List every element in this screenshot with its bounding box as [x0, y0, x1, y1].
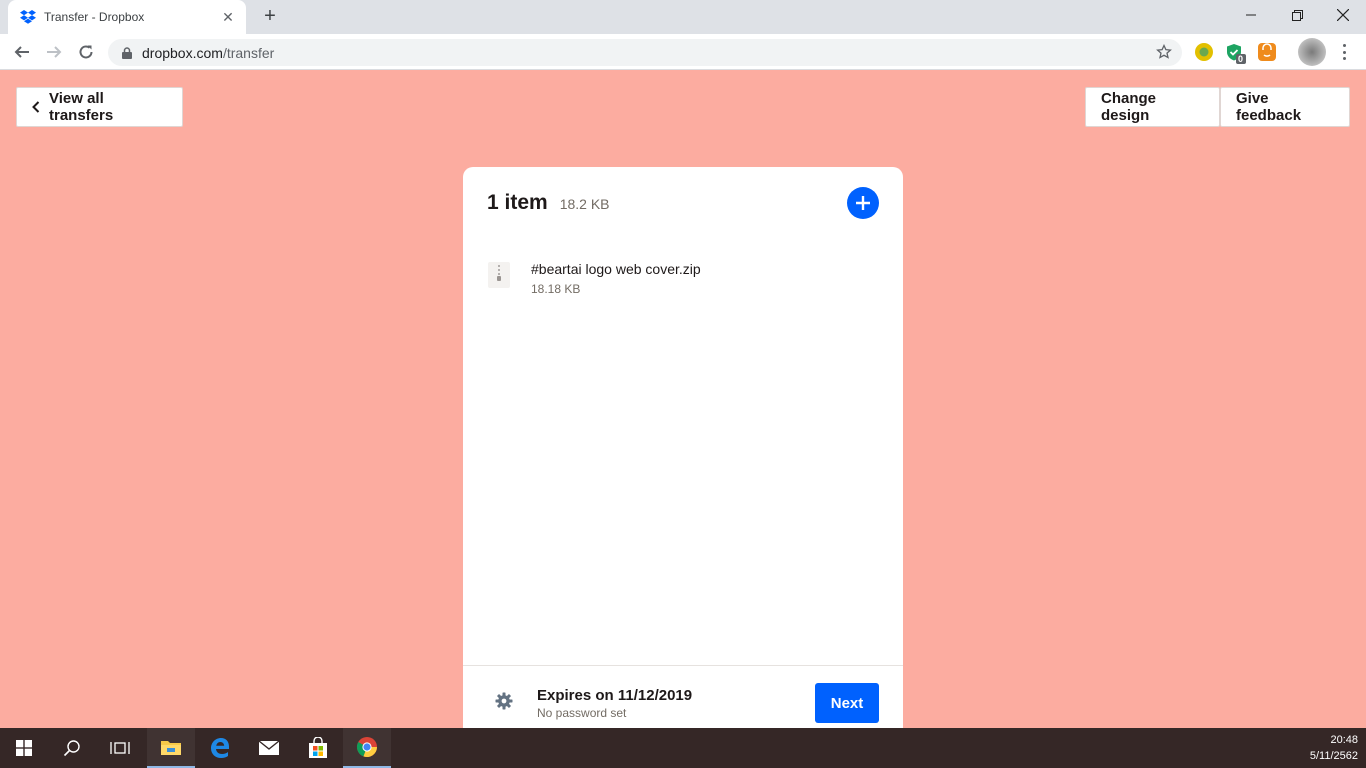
store-icon[interactable]: [294, 728, 342, 768]
window-close-icon[interactable]: [1320, 0, 1366, 30]
windows-start-icon[interactable]: [0, 728, 48, 768]
dropbox-icon: [20, 9, 36, 25]
lock-icon: [120, 46, 134, 60]
file-size: 18.18 KB: [531, 282, 581, 296]
browser-tabbar: Transfer - Dropbox ✕ +: [0, 0, 1366, 34]
forward-arrow-icon[interactable]: [41, 40, 67, 64]
transfer-footer: Expires on 11/12/2019 No password set Ne…: [463, 665, 903, 728]
expiry-date: Expires on 11/12/2019: [537, 687, 693, 704]
zip-file-icon: [487, 261, 511, 289]
extension-shield-icon[interactable]: 0: [1226, 43, 1246, 64]
plus-icon: [856, 196, 870, 210]
transfer-header: 1 item 18.2 KB: [487, 191, 610, 215]
transfer-card: 1 item 18.2 KB #beartai logo web cover.z…: [463, 167, 903, 728]
new-tab-button[interactable]: +: [258, 6, 282, 28]
change-design-button[interactable]: Change design: [1085, 87, 1220, 127]
file-list-item[interactable]: #beartai logo web cover.zip 18.18 KB: [487, 261, 701, 296]
view-all-transfers-button[interactable]: View all transfers: [16, 87, 183, 127]
extension-badge: 0: [1238, 54, 1244, 64]
password-status: No password set: [537, 706, 627, 720]
clock-time: 20:48: [1330, 734, 1358, 746]
mail-icon[interactable]: [245, 728, 293, 768]
item-count: 1 item: [487, 191, 548, 214]
edge-browser-icon[interactable]: [196, 728, 244, 768]
total-size: 18.2 KB: [559, 196, 610, 212]
minimize-icon[interactable]: [1228, 0, 1274, 30]
task-view-icon[interactable]: [96, 728, 144, 768]
bookmark-star-icon[interactable]: [1156, 43, 1172, 60]
view-all-transfers-label: View all transfers: [49, 90, 114, 124]
browser-tab[interactable]: Transfer - Dropbox ✕: [8, 0, 246, 34]
gear-icon[interactable]: [495, 692, 513, 710]
chrome-icon[interactable]: [343, 728, 391, 768]
url-text: dropbox.com/transfer: [142, 45, 274, 61]
add-files-button[interactable]: [847, 187, 879, 219]
address-bar[interactable]: dropbox.com/transfer: [108, 39, 1182, 66]
search-icon[interactable]: [48, 728, 96, 768]
extension-yellow-icon[interactable]: [1195, 43, 1213, 61]
tab-title: Transfer - Dropbox: [44, 10, 145, 24]
back-arrow-icon[interactable]: [9, 40, 35, 64]
taskbar: 20:48 5/11/2562: [0, 728, 1366, 768]
url-path: /transfer: [222, 44, 275, 61]
restore-icon[interactable]: [1274, 0, 1320, 30]
reload-icon[interactable]: [73, 40, 99, 64]
tab-close-icon[interactable]: ✕: [220, 9, 236, 25]
file-explorer-icon[interactable]: [147, 728, 195, 768]
profile-avatar[interactable]: [1298, 38, 1326, 66]
next-button[interactable]: Next: [815, 683, 879, 723]
system-clock[interactable]: 20:48 5/11/2562: [1310, 732, 1358, 764]
give-feedback-button[interactable]: Give feedback: [1220, 87, 1350, 127]
extension-shopping-icon[interactable]: [1258, 43, 1276, 61]
chevron-left-icon: [32, 101, 40, 113]
browser-menu-icon[interactable]: [1336, 42, 1352, 62]
browser-toolbar: dropbox.com/transfer 0: [0, 34, 1366, 70]
url-host: dropbox.com: [142, 44, 223, 61]
clock-date: 5/11/2562: [1309, 750, 1358, 762]
file-name: #beartai logo web cover.zip: [531, 261, 701, 277]
